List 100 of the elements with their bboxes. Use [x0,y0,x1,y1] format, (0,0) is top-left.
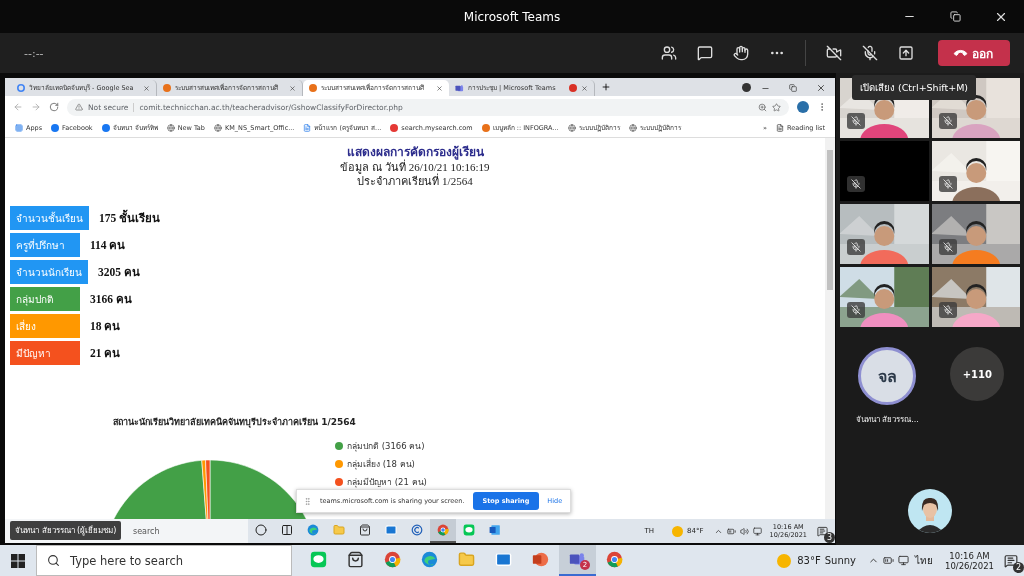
close-icon[interactable] [816,83,826,93]
edge-icon [421,551,438,568]
site-icon [309,84,317,92]
participant-name: จันทนา สัยวรรณ... [855,414,919,426]
leave-button[interactable]: ออก [938,40,1010,66]
clock-time: 10:16 AM [949,550,990,561]
data-timestamp: ข้อมูล ณ วันที่ 26/10/21 10:16:19 [340,160,490,174]
warning-icon [75,103,83,111]
close-tab-icon[interactable] [436,84,443,92]
presentation-icon [532,551,549,568]
notifications-icon[interactable] [1004,553,1018,568]
notification-count: 2 [1013,561,1024,573]
chat-icon[interactable] [697,45,713,61]
participant-avatar: จล [858,347,917,405]
close-tab-icon[interactable] [143,84,150,92]
hand-icon[interactable] [733,45,749,61]
stat-value: 114 คน [90,238,126,253]
edge-icon [307,524,319,536]
presenter-name: จันทนา สัยวรรณา (ผู้เยี่ยมชม) [10,521,122,540]
taskbar-search-field[interactable]: Type here to search [36,545,292,576]
stat-label: เสี่ยง [10,314,80,338]
stat-label: จำนวนนักเรียน [10,260,88,284]
people-icon[interactable] [661,45,677,61]
globe-icon [213,123,222,132]
legend-label: กลุ่มปกติ (3166 คน) [347,440,425,453]
chrome-icon [384,551,401,568]
teams-icon [569,551,586,568]
scrollbar[interactable] [825,138,835,519]
search-icon [47,554,60,567]
store-icon [359,524,371,536]
notifications-icon[interactable] [816,525,828,537]
google-icon [17,84,25,92]
legend-label: กลุ่มเสี่ยง (18 คน) [347,457,415,471]
circle-icon [411,524,423,536]
stat-value: 3166 คน [90,292,132,307]
legend-label: กลุ่มมีปัญหา (21 คน) [347,476,427,489]
task-view-icon [281,524,293,536]
network-icon[interactable] [752,526,762,536]
share-screen-icon[interactable] [898,45,914,61]
close-tab-icon[interactable] [581,84,588,92]
temperature-label: 83°F [797,555,821,566]
folder-icon [333,524,345,536]
term-label: ประจำภาคเรียนที่ 1/2564 [357,174,473,188]
apps-icon [15,123,23,132]
chrome-icon [606,551,623,568]
network-icon[interactable] [898,555,909,566]
sun-icon [777,553,792,568]
zoom-icon[interactable] [758,102,767,112]
notification-count: 3 [824,532,835,543]
stat-label: กลุ่มปกติ [10,287,80,311]
page-title: แสดงผลการคัดกรองผู้เรียน [346,145,484,160]
store-icon [347,551,364,568]
profile-avatar-icon[interactable] [797,101,809,113]
camera-off-icon[interactable] [826,45,842,61]
search-circle-icon [255,524,267,536]
globe-icon [166,123,175,132]
close-tab-icon[interactable] [289,84,296,92]
chart-title: สถานะนักเรียนวิทยาลัยเทคนิคจันทบุรีประจำภาคเรียน 1/2564 [113,416,357,429]
page-icon [303,123,312,132]
globe-icon [567,123,576,132]
stat-label: ครูที่ปรึกษา [10,233,80,257]
new-tab-icon[interactable] [601,82,611,92]
chat-bubble-icon [310,551,327,568]
site-icon [481,123,490,132]
stat-value: 3205 คน [98,265,140,280]
teams-icon [455,83,464,93]
mail-icon [385,524,397,536]
document-icon [489,524,501,536]
stat-label: มีปัญหา [10,341,80,365]
microphone-off-icon[interactable] [862,45,878,61]
chrome-icon [437,524,449,536]
battery-icon[interactable] [726,526,736,536]
reload-icon[interactable] [49,102,59,112]
volume-icon[interactable] [739,526,749,536]
sun-icon [672,525,684,537]
mail-icon [495,551,512,568]
stat-value: 175 ชั้นเรียน [99,209,161,227]
profile-menu-icon[interactable] [742,83,751,92]
clock-date: 10/26/2021 [945,560,994,571]
folder-icon [458,551,475,568]
window-title: Microsoft Teams [463,9,561,24]
chat-bubble-icon [463,524,475,536]
language-indicator[interactable]: ไทย [915,553,933,568]
facebook-icon [51,123,60,132]
battery-icon[interactable] [883,555,894,566]
facebook-icon [101,123,110,132]
windows-icon [11,553,25,568]
stat-value: 21 คน [90,346,121,361]
unmute-tooltip: เปิดเสียง (Ctrl+Shift+M) [852,75,977,100]
weather-label: Sunny [824,555,856,566]
stat-value: 18 คน [90,319,121,334]
more-participants-button[interactable]: +110 [950,347,1005,401]
meeting-timer: --:-- [24,46,44,60]
globe-icon [628,123,637,132]
bookmark-star-icon[interactable] [772,102,781,112]
site-icon [163,84,171,92]
stat-label: จำนวนชั้นเรียน [10,206,89,230]
drag-handle-icon[interactable] [303,496,312,506]
list-icon [776,123,784,132]
restore-icon[interactable] [949,11,961,22]
